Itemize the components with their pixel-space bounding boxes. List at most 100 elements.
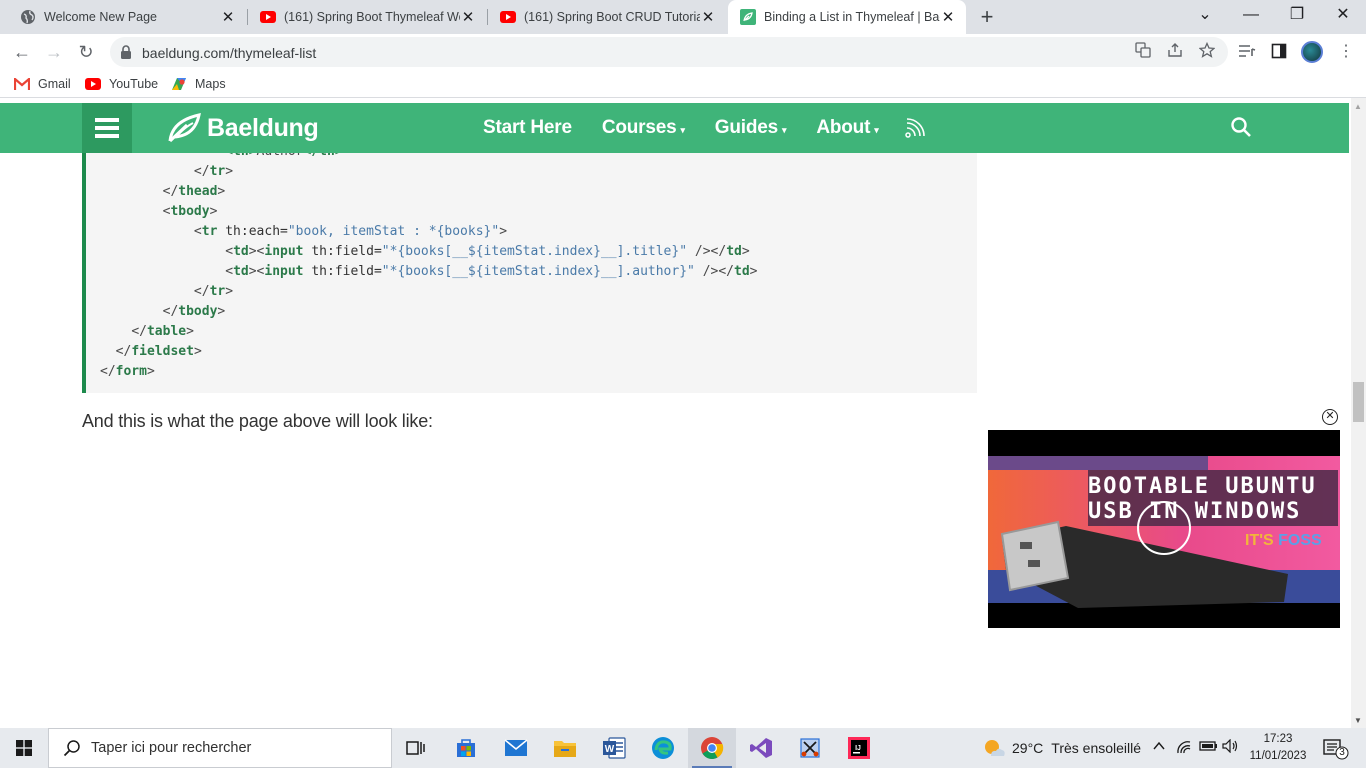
notifications-icon[interactable]: 3 — [1322, 738, 1350, 765]
youtube-icon — [85, 77, 101, 91]
bookmark-youtube[interactable]: YouTube — [85, 75, 158, 93]
url-text[interactable]: baeldung.com/thymeleaf-list — [142, 45, 316, 61]
taskbar-search[interactable]: Taper ici pour rechercher — [48, 728, 392, 768]
browser-toolbar: ← → ↻ baeldung.com/thymeleaf-list ⋮ — [0, 34, 1366, 70]
site-logo[interactable]: Baeldung — [167, 112, 319, 144]
restore-button[interactable]: ❐ — [1274, 0, 1320, 30]
network-icon[interactable] — [1176, 739, 1194, 758]
bookmark-label: Gmail — [38, 77, 71, 91]
side-panel-icon[interactable] — [1270, 43, 1288, 61]
edge-icon[interactable] — [639, 728, 687, 768]
snipping-tool-icon[interactable] — [786, 728, 834, 768]
bookmark-label: YouTube — [109, 77, 159, 91]
tab-close-icon[interactable]: ✕ — [940, 8, 956, 26]
nav-guides[interactable]: Guides ▾ — [715, 117, 787, 139]
tab-title: Welcome New Page — [44, 10, 158, 24]
brand-name: Baeldung — [207, 113, 319, 142]
search-icon — [63, 740, 80, 757]
maps-icon — [171, 77, 187, 91]
weather-widget[interactable]: 29°C Très ensoleillé — [982, 728, 1141, 768]
windows-logo-icon — [16, 740, 32, 756]
notifications-count: 3 — [1339, 747, 1345, 758]
task-view-icon[interactable] — [392, 728, 440, 768]
weather-desc: Très ensoleillé — [1051, 740, 1142, 756]
weather-temp: 29°C — [1012, 740, 1044, 756]
code-line: <td><input th:field="*{books[__${itemSta… — [225, 244, 750, 259]
code-line: <tr th:each="book, itemStat : *{books}"> — [193, 224, 508, 239]
forward-button[interactable]: → — [42, 40, 66, 64]
tab-baeldung[interactable]: Binding a List in Thymeleaf | Bael ✕ — [728, 0, 966, 34]
site-header: Baeldung Start Here Courses ▾ Guides ▾ Abo… — [0, 103, 1349, 153]
page-scrollbar[interactable]: ▲ ▼ — [1351, 98, 1366, 728]
minimize-button[interactable]: — — [1228, 0, 1274, 30]
battery-icon[interactable] — [1198, 739, 1218, 756]
nav-courses[interactable]: Courses ▾ — [602, 117, 685, 139]
svg-text:IJ: IJ — [855, 745, 861, 752]
scroll-down-arrow-icon[interactable]: ▼ — [1354, 716, 1362, 725]
search-icon[interactable] — [1230, 116, 1252, 143]
bookmark-label: Maps — [195, 77, 226, 91]
translate-icon[interactable] — [1133, 42, 1153, 62]
tab-title: (161) Spring Boot Thymeleaf Web — [284, 10, 460, 24]
code-line: </form> — [100, 364, 155, 379]
nav-about[interactable]: About ▾ — [816, 117, 878, 139]
lock-icon[interactable] — [120, 45, 132, 64]
scroll-thumb[interactable] — [1353, 382, 1364, 422]
intellij-icon[interactable]: IJ — [835, 728, 883, 768]
rss-icon[interactable] — [905, 118, 925, 143]
volume-icon[interactable] — [1222, 738, 1240, 756]
reading-list-icon[interactable] — [1238, 43, 1256, 61]
star-icon[interactable] — [1197, 41, 1217, 62]
profile-avatar[interactable] — [1301, 41, 1323, 63]
tab-title: (161) Spring Boot CRUD Tutorial — [524, 10, 700, 24]
bookmarks-bar: Gmail YouTube Maps — [0, 70, 1366, 98]
bookmark-maps[interactable]: Maps — [171, 75, 226, 93]
video-brand-its: IT'S — [1245, 532, 1274, 549]
video-thumbnail — [988, 456, 1340, 608]
bookmark-gmail[interactable]: Gmail — [14, 75, 71, 93]
tab-search-button[interactable]: ⌄ — [1182, 0, 1228, 30]
chrome-icon[interactable] — [688, 728, 736, 768]
code-line: </tbody> — [162, 304, 226, 319]
chevron-down-icon: ▾ — [874, 125, 879, 135]
chevron-down-icon: ▾ — [782, 125, 787, 135]
share-icon[interactable] — [1165, 42, 1185, 62]
chevron-up-icon[interactable] — [1152, 739, 1166, 756]
video-close-button[interactable]: ✕ — [1322, 409, 1338, 425]
gmail-icon — [14, 77, 30, 91]
menu-kebab-icon[interactable]: ⋮ — [1337, 43, 1355, 61]
clock-time: 17:23 — [1263, 733, 1293, 745]
tab-close-icon[interactable]: ✕ — [220, 8, 236, 26]
close-window-button[interactable]: ✕ — [1320, 0, 1366, 30]
code-line: </thead> — [162, 184, 226, 199]
nav-start-here[interactable]: Start Here — [483, 117, 572, 139]
tab-close-icon[interactable]: ✕ — [700, 8, 716, 26]
globe-icon — [20, 9, 36, 25]
new-tab-button[interactable]: + — [975, 4, 999, 30]
address-bar[interactable]: baeldung.com/thymeleaf-list — [110, 37, 1228, 67]
tab-close-icon[interactable]: ✕ — [460, 8, 476, 26]
video-brand-foss: FOSS — [1278, 532, 1322, 549]
tab-youtube-1[interactable]: (161) Spring Boot Thymeleaf Web ✕ — [248, 0, 486, 34]
visual-studio-icon[interactable] — [737, 728, 785, 768]
video-title-line2: USB IN WINDOWS — [1088, 499, 1302, 524]
sun-cloud-icon — [985, 740, 1005, 756]
menu-hamburger-icon[interactable] — [82, 103, 132, 153]
tab-welcome[interactable]: Welcome New Page ✕ — [8, 0, 246, 34]
reload-button[interactable]: ↻ — [74, 40, 98, 64]
back-button[interactable]: ← — [10, 40, 34, 64]
code-line: <td><input th:field="*{books[__${itemSta… — [225, 264, 758, 279]
code-line: </tr> — [193, 284, 234, 299]
floating-video-player[interactable]: BOOTABLE UBUNTU USB IN WINDOWS IT'S FOSS — [988, 430, 1340, 628]
file-explorer-icon[interactable] — [541, 728, 589, 768]
baeldung-icon — [740, 9, 756, 25]
start-button[interactable] — [0, 728, 48, 768]
tab-youtube-2[interactable]: (161) Spring Boot CRUD Tutorial ✕ — [488, 0, 726, 34]
store-icon[interactable] — [442, 728, 490, 768]
word-icon[interactable]: W — [590, 728, 638, 768]
chevron-down-icon: ▾ — [680, 125, 685, 135]
scroll-up-arrow-icon[interactable]: ▲ — [1354, 102, 1362, 111]
mail-icon[interactable] — [492, 728, 540, 768]
system-clock[interactable]: 17:23 11/01/2023 — [1248, 731, 1308, 765]
article-paragraph: And this is what the page above will loo… — [82, 411, 433, 431]
